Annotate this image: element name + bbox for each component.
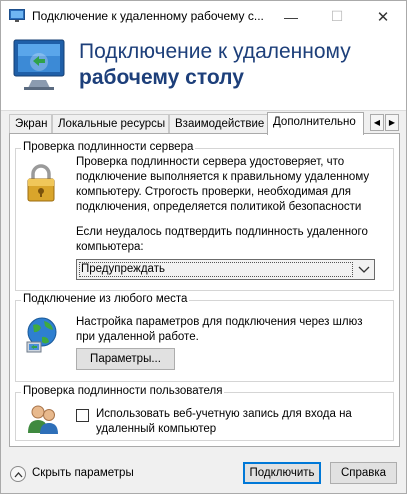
tab-advanced[interactable]: Дополнительно <box>267 112 364 135</box>
header-banner: Подключение к удаленному рабочему столу <box>1 32 406 111</box>
hide-options-label[interactable]: Скрыть параметры <box>32 467 134 479</box>
tab-local-resources[interactable]: Локальные ресурсы <box>52 114 169 134</box>
tab-scroll-left-button[interactable]: ◀ <box>370 114 384 131</box>
connect-anywhere-description: Настройка параметров для подключения чер… <box>76 316 363 343</box>
user-auth-group: Проверка подлинности пользователя Исполь… <box>15 385 394 441</box>
remote-desktop-logo <box>13 39 65 90</box>
chevron-down-icon <box>358 266 370 273</box>
use-web-account-checkbox[interactable] <box>76 409 89 422</box>
globe-network-icon <box>26 317 57 353</box>
server-auth-group: Проверка подлинности сервера Проверка по… <box>15 141 394 291</box>
connect-button[interactable]: Подключить <box>243 462 321 484</box>
server-auth-option-select[interactable]: Предупреждать <box>76 259 375 280</box>
chevron-right-icon: ▶ <box>388 118 396 127</box>
remote-desktop-icon <box>9 9 25 22</box>
users-icon <box>28 405 58 434</box>
banner-title-line1: Подключение к удаленному <box>79 40 351 63</box>
help-button[interactable]: Справка <box>330 462 397 484</box>
maximize-button[interactable]: ☐ <box>314 1 360 32</box>
remote-desktop-window: Подключение к удаленному рабочему с... —… <box>0 0 407 494</box>
user-auth-title: Проверка подлинности пользователя <box>21 385 225 397</box>
chevron-left-icon: ◀ <box>373 118 381 127</box>
server-auth-selected-value: Предупреждать <box>81 263 165 275</box>
chevron-up-icon <box>14 471 22 477</box>
tab-display[interactable]: Экран <box>9 114 52 134</box>
connect-anywhere-title: Подключение из любого места <box>21 293 190 305</box>
banner-title-line2: рабочему столу <box>79 66 244 89</box>
hide-options-toggle[interactable] <box>10 466 26 482</box>
tab-scroll-right-button[interactable]: ▶ <box>385 114 399 131</box>
tab-panel-advanced: Проверка подлинности сервера Проверка по… <box>9 133 400 447</box>
gateway-settings-button[interactable]: Параметры... <box>76 348 175 370</box>
title-bar[interactable]: Подключение к удаленному рабочему с... —… <box>1 1 406 32</box>
server-auth-fail-prompt: Если неудалось подтвердить подлинность у… <box>76 226 368 253</box>
use-web-account-label[interactable]: Использовать веб-учетную запись для вход… <box>96 407 386 437</box>
window-title: Подключение к удаленному рабочему с... <box>32 9 264 23</box>
server-auth-description: Проверка подлинности сервера удостоверяе… <box>76 156 370 213</box>
server-auth-title: Проверка подлинности сервера <box>21 141 196 153</box>
connect-anywhere-group: Подключение из любого места Настройка па… <box>15 293 394 382</box>
minimize-button[interactable]: — <box>268 1 314 32</box>
close-button[interactable]: ✕ <box>360 1 406 32</box>
tab-experience[interactable]: Взаимодействие <box>169 114 268 134</box>
lock-icon <box>27 164 55 202</box>
